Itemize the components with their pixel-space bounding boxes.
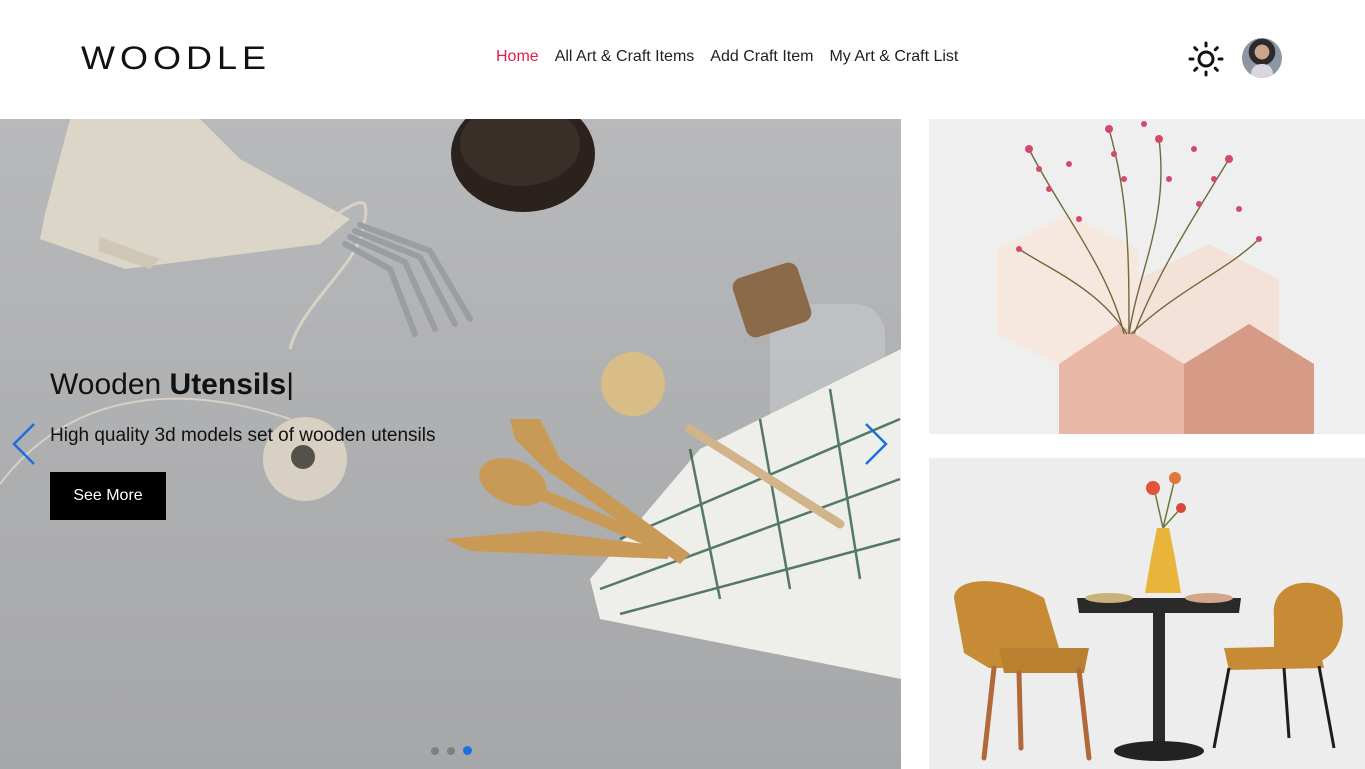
slide-title: Wooden Utensils| [50, 368, 294, 402]
see-more-button[interactable]: See More [50, 472, 166, 520]
hero-slider: Wooden Utensils| High quality 3d models … [0, 119, 901, 769]
slider-pagination [431, 746, 472, 755]
slide-subtitle: High quality 3d models set of wooden ute… [50, 425, 436, 446]
nav-link-all-items[interactable]: All Art & Craft Items [555, 48, 695, 66]
side-image-vase [929, 119, 1365, 434]
sun-icon[interactable] [1188, 41, 1224, 77]
slide-title-bold: Utensils [169, 368, 287, 401]
nav-link-add-item[interactable]: Add Craft Item [710, 48, 813, 66]
logo-text: WOODLE [81, 39, 272, 76]
site-header: WOODLE Home All Art & Craft Items Add Cr… [0, 0, 1365, 119]
slider-dot-3[interactable] [463, 746, 472, 755]
hexagon-vase-image [929, 119, 1365, 434]
side-image-chairs [929, 458, 1365, 769]
dining-chairs-image [929, 458, 1365, 769]
nav-link-my-list[interactable]: My Art & Craft List [829, 48, 958, 66]
slider-dot-1[interactable] [431, 746, 439, 755]
chevron-right-icon[interactable] [862, 421, 890, 467]
nav-link-home[interactable]: Home [496, 48, 539, 66]
chevron-left-icon[interactable] [10, 421, 38, 467]
main-nav: Home All Art & Craft Items Add Craft Ite… [496, 48, 958, 66]
brand-logo[interactable]: WOODLE [81, 38, 271, 78]
slider-dot-2[interactable] [447, 746, 455, 755]
user-avatar[interactable] [1242, 38, 1282, 78]
slide-title-plain: Wooden [50, 368, 170, 401]
typing-cursor: | [286, 368, 295, 401]
